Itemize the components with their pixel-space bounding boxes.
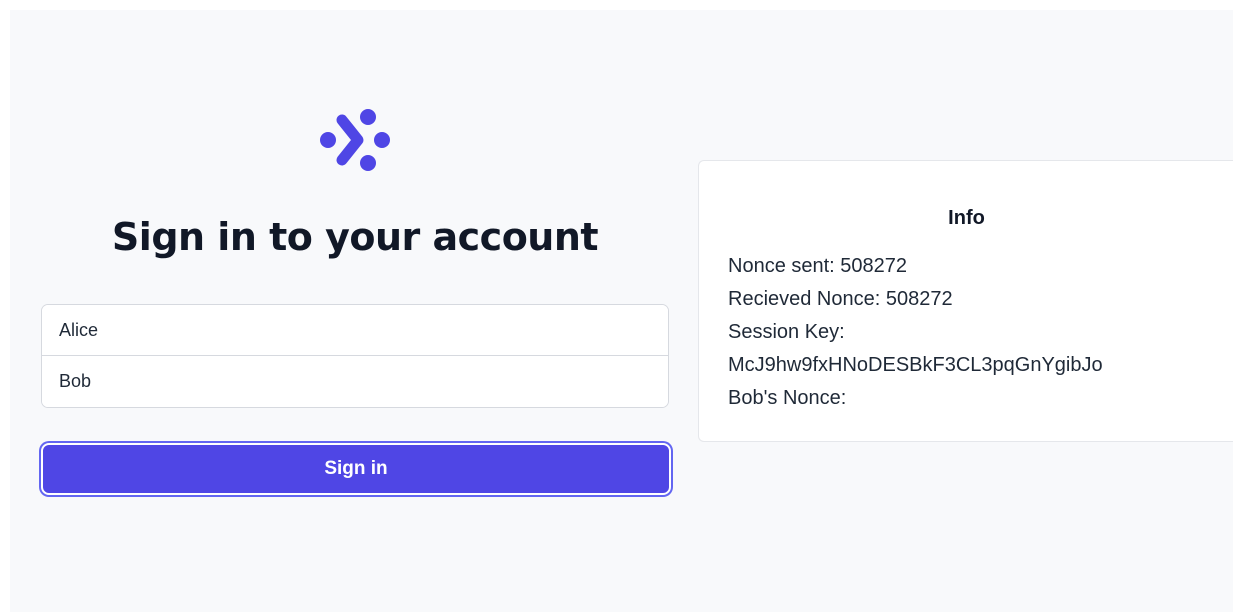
- received-nonce-text: Recieved Nonce: 508272: [728, 288, 953, 310]
- info-panel: Info Nonce sent: 508272 Recieved Nonce: …: [698, 160, 1233, 442]
- session-key-value: McJ9hw9fxHNoDESBkF3CL3pqGnYgibJo: [728, 354, 1103, 376]
- target-user-input[interactable]: [42, 356, 668, 407]
- credentials-field-group: [41, 304, 669, 408]
- bob-nonce-text: Bob's Nonce:: [728, 387, 847, 409]
- brand-logo-icon: [320, 109, 390, 171]
- nonce-sent-text: Nonce sent: 508272: [728, 255, 908, 277]
- info-title: Info: [948, 207, 985, 229]
- session-key-label: Session Key:: [728, 321, 845, 343]
- page-title: Sign in to your account: [111, 215, 599, 259]
- info-list: Nonce sent: 508272 Recieved Nonce: 50827…: [728, 250, 1103, 415]
- username-input[interactable]: [42, 305, 668, 356]
- sign-in-button[interactable]: Sign in: [41, 443, 671, 495]
